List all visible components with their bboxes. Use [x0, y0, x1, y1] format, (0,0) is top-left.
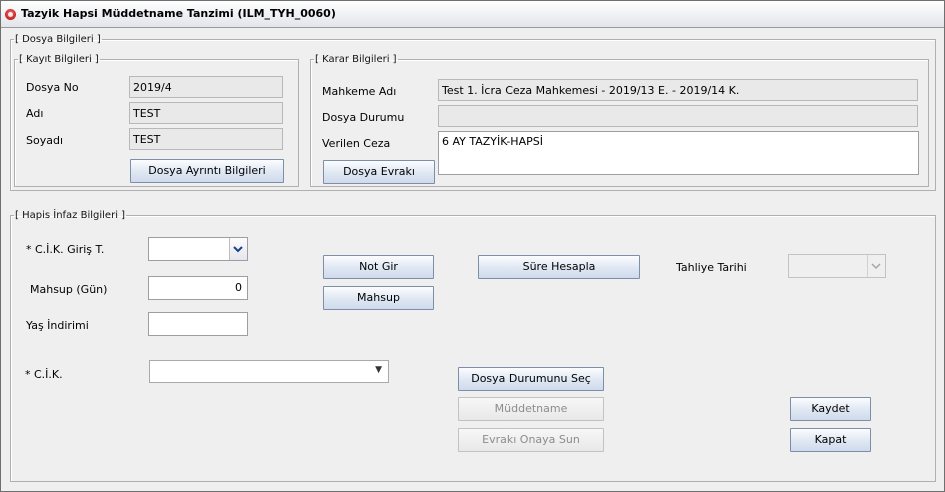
mahsup-button[interactable]: Mahsup [323, 286, 434, 310]
kaydet-button[interactable]: Kaydet [790, 397, 871, 421]
cik-giris-label: * C.İ.K. Giriş T. [26, 243, 105, 256]
yas-indirimi-input[interactable] [148, 312, 248, 336]
chevron-down-icon[interactable] [867, 255, 885, 277]
evraki-onaya-sun-button[interactable]: Evrakı Onaya Sun [458, 428, 604, 452]
verilen-ceza-label: Verilen Ceza [322, 137, 391, 150]
soyadi-field[interactable]: TEST [129, 128, 283, 150]
window-title: Tazyik Hapsi Müddetname Tanzimi (ILM_TYH… [21, 7, 336, 20]
yas-indirimi-label: Yaş İndirimi [26, 319, 89, 332]
kapat-button[interactable]: Kapat [790, 428, 871, 452]
cik-giris-tarihi-combo[interactable] [148, 237, 248, 261]
soyadi-label: Soyadı [26, 134, 64, 147]
tahliye-tarihi-combo[interactable] [788, 254, 886, 278]
dosya-no-label: Dosya No [26, 81, 79, 94]
dropdown-triangle-icon[interactable]: ▼ [375, 365, 382, 375]
dosya-no-field[interactable]: 2019/4 [129, 76, 283, 98]
cik-label: * C.İ.K. [25, 368, 63, 381]
cik-combo[interactable]: ▼ [149, 360, 389, 383]
kayit-bilgileri-legend: [ Kayıt Bilgileri ] [19, 54, 99, 65]
dosya-bilgileri-legend: [ Dosya Bilgileri ] [15, 34, 101, 45]
mahsup-gun-label: Mahsup (Gün) [30, 283, 108, 296]
tahliye-tarihi-label: Tahliye Tarihi [676, 261, 747, 274]
dosya-durumu-field[interactable] [438, 105, 918, 127]
hapis-infaz-bilgileri-legend: [ Hapis İnfaz Bilgileri ] [15, 210, 126, 221]
app-logo-icon [5, 9, 16, 20]
title-bar[interactable]: Tazyik Hapsi Müddetname Tanzimi (ILM_TYH… [1, 1, 944, 28]
mahkeme-adi-label: Mahkeme Adı [322, 85, 397, 98]
muddetname-button[interactable]: Müddetname [458, 397, 604, 421]
mahkeme-adi-field[interactable]: Test 1. İcra Ceza Mahkemesi - 2019/13 E.… [438, 79, 918, 101]
sure-hesapla-button[interactable]: Süre Hesapla [478, 255, 640, 279]
dosya-ayrinti-bilgileri-button[interactable]: Dosya Ayrıntı Bilgileri [130, 159, 284, 183]
not-gir-button[interactable]: Not Gir [323, 255, 434, 279]
dosya-durumu-label: Dosya Durumu [322, 111, 405, 124]
main-window: Tazyik Hapsi Müddetname Tanzimi (ILM_TYH… [0, 0, 945, 492]
adi-field[interactable]: TEST [129, 102, 283, 124]
chevron-down-icon[interactable] [229, 238, 247, 260]
verilen-ceza-field[interactable]: 6 AY TAZYİK-HAPSİ [438, 131, 919, 175]
mahsup-gun-input[interactable]: 0 [148, 276, 248, 300]
dosya-durumunu-sec-button[interactable]: Dosya Durumunu Seç [458, 367, 604, 391]
karar-bilgileri-legend: [ Karar Bilgileri ] [315, 54, 397, 65]
dosya-evraki-button[interactable]: Dosya Evrakı [323, 160, 435, 184]
adi-label: Adı [26, 107, 44, 120]
